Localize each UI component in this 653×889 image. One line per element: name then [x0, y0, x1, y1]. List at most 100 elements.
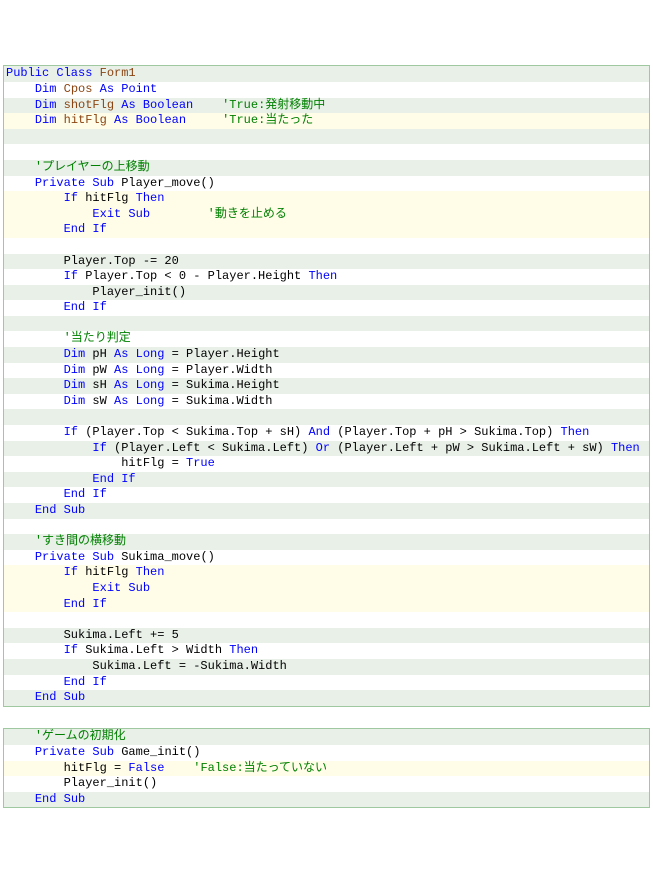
code-line: '当たり判定 — [4, 331, 649, 347]
code-token: Point — [121, 82, 157, 96]
code-token — [6, 191, 64, 205]
code-token: Player.Top < 0 - Player.Height — [78, 269, 308, 283]
code-token: If — [64, 565, 78, 579]
code-line: End If — [4, 472, 649, 488]
code-line: End Sub — [4, 690, 649, 706]
code-token: As Boolean — [114, 113, 186, 127]
code-token: sH — [85, 378, 114, 392]
code-line: 'すき間の横移動 — [4, 534, 649, 550]
code-token — [6, 409, 13, 423]
code-token: End Sub — [35, 503, 85, 517]
code-token — [6, 690, 35, 704]
code-line: Dim pW As Long = Player.Width — [4, 363, 649, 379]
code-token — [6, 745, 35, 759]
code-block-1: Public Class Form1 Dim Cpos As Point Dim… — [3, 65, 650, 706]
code-token: As Boolean — [121, 98, 193, 112]
code-line: Private Sub Sukima_move() — [4, 550, 649, 566]
code-line: Dim pH As Long = Player.Height — [4, 347, 649, 363]
code-token — [56, 113, 63, 127]
code-token: (Player.Top + pH > Sukima.Top) — [330, 425, 560, 439]
code-token: Private Sub — [35, 745, 114, 759]
code-token: sW — [85, 394, 114, 408]
code-line: If (Player.Left < Sukima.Left) Or (Playe… — [4, 441, 649, 457]
code-line: 'ゲームの初期化 — [4, 729, 649, 745]
code-token: Dim — [64, 394, 86, 408]
code-token: Then — [561, 425, 590, 439]
code-token — [6, 316, 13, 330]
code-token — [92, 82, 99, 96]
code-token — [6, 792, 35, 806]
code-token: '動きを止める — [208, 207, 287, 221]
code-token: pH — [85, 347, 114, 361]
code-line: hitFlg = True — [4, 456, 649, 472]
code-token — [6, 113, 35, 127]
code-token: = Player.Height — [164, 347, 279, 361]
code-line: Player_init() — [4, 776, 649, 792]
code-token: pW — [85, 363, 114, 377]
code-token — [6, 565, 64, 579]
code-token — [6, 597, 64, 611]
code-token — [6, 581, 92, 595]
code-token: 'True:発射移動中 — [222, 98, 325, 112]
code-token: Private Sub — [35, 176, 114, 190]
code-token: If — [64, 425, 78, 439]
code-token: Sukima_move() — [114, 550, 215, 564]
code-line: End Sub — [4, 792, 649, 808]
code-token: hitFlg = — [6, 761, 128, 775]
code-token: End Sub — [35, 792, 85, 806]
code-line: Sukima.Left += 5 — [4, 628, 649, 644]
code-token: And — [308, 425, 330, 439]
code-token — [6, 534, 35, 548]
code-line: Public Class Form1 — [4, 66, 649, 82]
code-line: If Sukima.Left > Width Then — [4, 643, 649, 659]
code-line: End If — [4, 487, 649, 503]
code-token — [6, 729, 35, 743]
code-line: Exit Sub — [4, 581, 649, 597]
code-token: Sukima.Left = -Sukima.Width — [6, 659, 287, 673]
code-line: If hitFlg Then — [4, 191, 649, 207]
code-token — [6, 207, 92, 221]
code-line: Private Sub Player_move() — [4, 176, 649, 192]
code-token: As Long — [114, 394, 164, 408]
code-token: If — [64, 643, 78, 657]
code-line: End If — [4, 597, 649, 613]
code-token: Then — [308, 269, 337, 283]
code-token: Form1 — [100, 66, 136, 80]
code-token: 'すき間の横移動 — [35, 534, 126, 548]
code-token: Player.Top -= 20 — [6, 254, 179, 268]
code-token: hitFlg — [78, 191, 136, 205]
code-token: As Long — [114, 347, 164, 361]
code-token: Dim — [64, 363, 86, 377]
code-line: If hitFlg Then — [4, 565, 649, 581]
code-token: End If — [64, 300, 107, 314]
code-token — [6, 441, 92, 455]
code-token: Exit Sub — [92, 581, 150, 595]
code-line: Exit Sub '動きを止める — [4, 207, 649, 223]
code-token: Then — [136, 191, 165, 205]
code-token — [6, 82, 35, 96]
code-token: hitFlg = — [6, 456, 186, 470]
code-line: If (Player.Top < Sukima.Top + sH) And (P… — [4, 425, 649, 441]
code-token — [6, 472, 92, 486]
code-line — [4, 238, 649, 254]
code-token: Player_init() — [6, 285, 186, 299]
code-token: Sukima.Left += 5 — [6, 628, 179, 642]
code-line — [4, 519, 649, 535]
code-token — [164, 761, 193, 775]
code-line: End If — [4, 300, 649, 316]
code-token: Game_init() — [114, 745, 200, 759]
code-token: Then — [229, 643, 258, 657]
code-token — [6, 487, 64, 501]
code-line — [4, 316, 649, 332]
code-token: Private Sub — [35, 550, 114, 564]
code-token: Then — [136, 565, 165, 579]
code-token — [150, 207, 208, 221]
code-token: If — [92, 441, 106, 455]
code-token: 'プレイヤーの上移動 — [35, 160, 150, 174]
code-line: Sukima.Left = -Sukima.Width — [4, 659, 649, 675]
code-token: '当たり判定 — [64, 331, 131, 345]
code-line: Private Sub Game_init() — [4, 745, 649, 761]
code-line: If Player.Top < 0 - Player.Height Then — [4, 269, 649, 285]
code-line — [4, 144, 649, 160]
code-token: If — [64, 191, 78, 205]
